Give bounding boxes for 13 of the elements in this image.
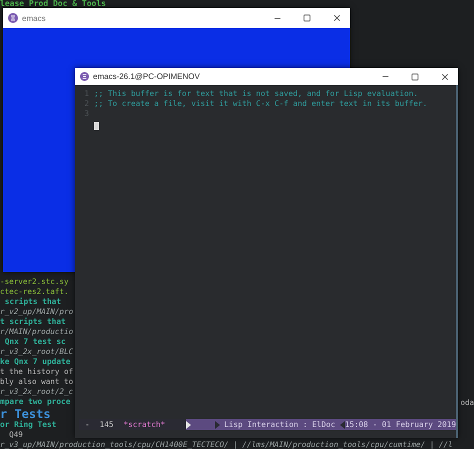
text-cursor [94, 122, 99, 130]
terminal-line: lease Prod Doc & Tools [0, 0, 107, 8]
emacs-logo-icon [80, 72, 89, 81]
window-title: emacs-26.1@PC-OPIMENOV [93, 72, 201, 81]
close-icon [332, 13, 342, 23]
terminal-line: r Tests [0, 408, 51, 420]
close-icon [440, 72, 450, 82]
separator-icon [340, 420, 345, 428]
maximize-icon [303, 14, 311, 22]
separator-icon [214, 420, 220, 428]
window-title: emacs [22, 14, 47, 22]
maximize-icon [411, 72, 419, 80]
emacs-logo-icon [8, 13, 18, 23]
